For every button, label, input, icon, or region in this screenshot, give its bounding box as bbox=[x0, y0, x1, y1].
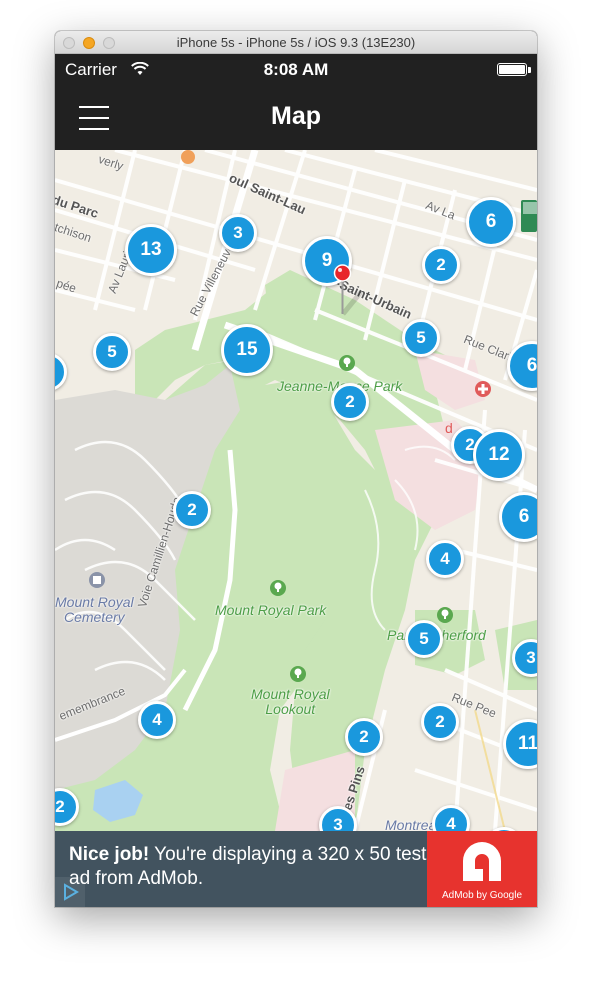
poi-label-hospital-fragment: d bbox=[445, 420, 453, 436]
poi-label-cemetery: Mount Royal Cemetery bbox=[55, 594, 134, 625]
park-label-mount-royal: Mount Royal Park bbox=[215, 602, 327, 618]
cluster-marker[interactable]: 4 bbox=[138, 701, 176, 739]
admob-logo: AdMob by Google bbox=[427, 831, 537, 907]
cluster-marker[interactable]: 15 bbox=[221, 324, 273, 376]
adchoices-icon[interactable] bbox=[55, 877, 85, 907]
window-titlebar: iPhone 5s - iPhone 5s / iOS 9.3 (13E230) bbox=[55, 31, 537, 54]
cluster-marker[interactable]: 5 bbox=[93, 333, 131, 371]
cluster-marker[interactable]: 2 bbox=[345, 718, 383, 756]
map-view[interactable]: Jeanne-Mance Park Mount Royal Park Mount… bbox=[55, 150, 537, 831]
admob-brand-label: AdMob by Google bbox=[441, 890, 523, 901]
cluster-marker[interactable]: 6 bbox=[466, 197, 516, 247]
window-title: iPhone 5s - iPhone 5s / iOS 9.3 (13E230) bbox=[176, 35, 416, 50]
battery-tip bbox=[528, 67, 531, 73]
navigation-bar: Map bbox=[55, 86, 537, 150]
location-pin-icon[interactable] bbox=[331, 264, 371, 324]
status-time: 8:08 AM bbox=[263, 60, 329, 79]
cluster-marker[interactable]: 5 bbox=[405, 620, 443, 658]
ad-headline: Nice job! bbox=[69, 844, 150, 865]
ad-banner[interactable]: Nice job! You're displaying a 320 x 50 t… bbox=[55, 831, 537, 907]
cluster-marker[interactable]: 2 bbox=[173, 491, 211, 529]
cluster-marker[interactable]: 2 bbox=[331, 383, 369, 421]
battery-icon bbox=[497, 63, 527, 76]
simulator-window: iPhone 5s - iPhone 5s / iOS 9.3 (13E230)… bbox=[55, 31, 537, 907]
admob-logo-icon bbox=[463, 842, 501, 881]
cluster-marker[interactable]: 13 bbox=[125, 224, 177, 276]
cluster-marker[interactable]: 12 bbox=[473, 429, 525, 481]
status-bar: Carrier 8:08 AM bbox=[55, 54, 537, 86]
cluster-marker[interactable]: 2 bbox=[421, 703, 459, 741]
page-title: Map bbox=[271, 102, 321, 130]
cluster-marker[interactable]: 2 bbox=[422, 246, 460, 284]
cluster-marker[interactable]: 4 bbox=[426, 540, 464, 578]
park-label-lookout: Mount Royal Lookout bbox=[251, 686, 330, 717]
cluster-marker[interactable]: 5 bbox=[402, 319, 440, 357]
cluster-marker[interactable]: 3 bbox=[219, 214, 257, 252]
ad-text: Nice job! You're displaying a 320 x 50 t… bbox=[69, 843, 429, 891]
